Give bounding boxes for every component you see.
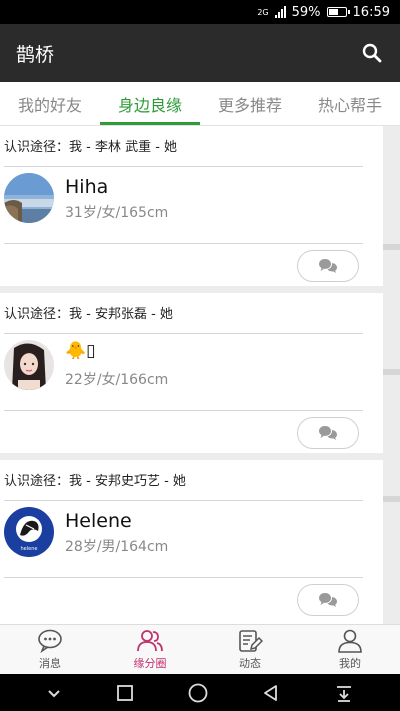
divider [4, 166, 363, 167]
search-button[interactable] [356, 37, 388, 69]
home-circle-icon[interactable] [187, 682, 209, 704]
divider [383, 369, 400, 375]
profile-details: 31岁/女/165cm [65, 205, 169, 221]
status-bar: 2G 59% 16:59 [0, 0, 400, 24]
network-type: 2G [257, 7, 269, 17]
divider [4, 333, 363, 334]
landscape-avatar-image [4, 173, 54, 223]
profile-details: 22岁/女/166cm [65, 372, 169, 388]
chat-button[interactable] [297, 584, 359, 616]
nav-label: 缘分圈 [133, 656, 167, 670]
match-card[interactable]: 认识途径：我 - 李林 武重 - 她 Hiha 31岁/女/165cm [0, 126, 383, 286]
nav-messages[interactable]: 消息 [0, 625, 100, 674]
avatar-logo-text: helene [20, 546, 38, 552]
system-nav-bar [0, 674, 400, 711]
divider [383, 496, 400, 502]
page-title: 鹊桥 [16, 43, 55, 66]
connection-path: 认识途径：我 - 安邦张磊 - 她 [4, 307, 173, 322]
recents-square-icon[interactable] [115, 683, 135, 703]
match-card[interactable]: 认识途径：我 - 安邦张磊 - 她 🐥▯ 22岁/女/166cm [0, 293, 383, 453]
bottom-nav: 消息 缘分圈 动态 我的 [0, 624, 400, 674]
chat-bubbles-icon [319, 426, 337, 440]
clock: 16:59 [352, 4, 390, 20]
profile-details: 28岁/男/164cm [65, 539, 169, 555]
person-icon [338, 629, 362, 653]
search-icon [362, 43, 382, 63]
chat-bubble-icon [38, 629, 62, 653]
tab-nearby-matches[interactable]: 身边良缘 [100, 82, 200, 125]
connection-path: 认识途径：我 - 安邦史巧艺 - 她 [4, 474, 186, 489]
divider [4, 577, 363, 578]
people-icon [137, 629, 163, 651]
nav-feed[interactable]: 动态 [200, 625, 300, 674]
battery-percent: 59% [291, 4, 321, 20]
helene-logo-avatar[interactable]: helene [4, 507, 54, 557]
profile-name: Hiha [65, 176, 109, 198]
edit-note-icon [239, 629, 263, 652]
chat-bubbles-icon [319, 259, 337, 273]
divider [4, 243, 363, 244]
chat-button[interactable] [297, 250, 359, 282]
divider [4, 410, 363, 411]
girl-photo-avatar[interactable] [4, 340, 54, 390]
nav-circle[interactable]: 缘分圈 [100, 625, 200, 674]
divider [383, 244, 400, 250]
chat-button[interactable] [297, 417, 359, 449]
notification-pulldown-icon[interactable] [334, 683, 354, 703]
back-triangle-icon[interactable] [261, 683, 281, 703]
profile-name: 🐥▯ [65, 341, 96, 361]
battery-icon [326, 7, 350, 17]
tab-more-recommendations[interactable]: 更多推荐 [200, 82, 300, 125]
connection-path: 认识途径：我 - 李林 武重 - 她 [4, 140, 178, 155]
tab-helpers[interactable]: 热心帮手 [300, 82, 400, 125]
nav-label: 消息 [39, 656, 61, 670]
girl-photo-avatar-image [4, 340, 54, 390]
match-feed[interactable]: 认识途径：我 - 李林 武重 - 她 Hiha 31岁/女/165cm 认识途径… [0, 126, 400, 624]
match-card[interactable]: 认识途径：我 - 安邦史巧艺 - 她 helene Helene 28岁/男/1… [0, 460, 383, 624]
app-bar: 鹊桥 [0, 24, 400, 82]
tab-bar: 我的好友 身边良缘 更多推荐 热心帮手 [0, 82, 400, 126]
nav-label: 我的 [339, 656, 361, 670]
divider [4, 500, 363, 501]
chevron-down-icon[interactable] [46, 687, 62, 699]
landscape-avatar[interactable] [4, 173, 54, 223]
tab-my-friends[interactable]: 我的好友 [0, 82, 100, 125]
nav-me[interactable]: 我的 [300, 625, 400, 674]
nav-label: 动态 [239, 656, 261, 670]
signal-icon [274, 6, 286, 18]
chat-bubbles-icon [319, 593, 337, 607]
profile-name: Helene [65, 510, 132, 532]
